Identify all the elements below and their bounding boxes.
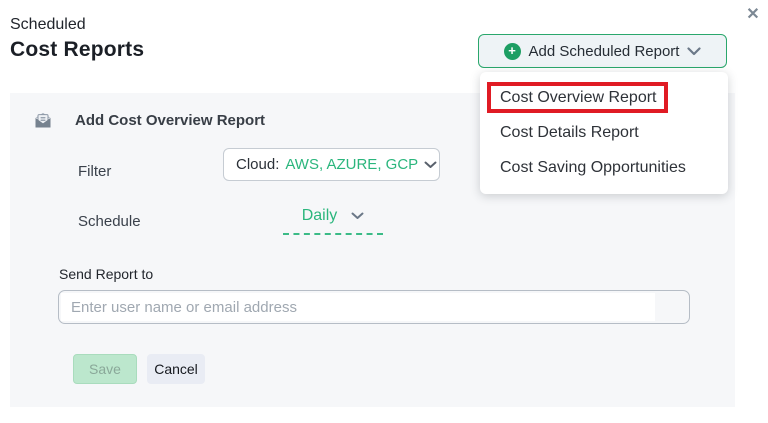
cloud-filter-key: Cloud: xyxy=(236,156,280,173)
form-title: Add Cost Overview Report xyxy=(75,112,266,129)
cancel-button[interactable]: Cancel xyxy=(147,354,205,384)
send-report-to-label: Send Report to xyxy=(59,266,154,282)
cloud-filter-select[interactable]: Cloud: AWS, AZURE, GCP xyxy=(223,148,440,181)
plus-icon: + xyxy=(503,42,521,60)
cloud-filter-value: AWS, AZURE, GCP xyxy=(285,156,419,173)
scheduled-report-email-icon xyxy=(35,112,51,128)
add-scheduled-report-button[interactable]: + Add Scheduled Report xyxy=(478,34,727,68)
save-button[interactable]: Save xyxy=(73,354,137,384)
add-report-dropdown-menu: Cost Overview Report Cost Details Report… xyxy=(480,72,728,194)
breadcrumb-scheduled: Scheduled xyxy=(10,16,86,33)
chevron-down-icon xyxy=(687,46,702,55)
scheduled-cost-reports-view: Scheduled Cost Reports ✕ + Add Scheduled… xyxy=(0,0,768,423)
recipient-input-wrapper xyxy=(58,290,690,324)
filter-label: Filter xyxy=(78,163,112,180)
schedule-frequency-select[interactable]: Daily xyxy=(283,207,383,235)
page-title: Cost Reports xyxy=(10,38,145,61)
schedule-label: Schedule xyxy=(78,213,141,230)
menu-item-label: Cost Details Report xyxy=(500,123,639,141)
chevron-down-icon xyxy=(424,161,437,168)
menu-item-cost-overview-report[interactable]: Cost Overview Report xyxy=(480,80,728,115)
menu-item-label: Cost Saving Opportunities xyxy=(500,158,686,176)
menu-item-cost-details-report[interactable]: Cost Details Report xyxy=(480,115,728,150)
menu-item-label: Cost Overview Report xyxy=(500,88,657,106)
chevron-down-icon xyxy=(351,212,364,219)
recipient-input[interactable] xyxy=(61,293,655,321)
schedule-frequency-value: Daily xyxy=(301,207,338,224)
form-actions: Save Cancel xyxy=(73,354,205,384)
close-icon[interactable]: ✕ xyxy=(742,4,764,26)
add-scheduled-report-label: Add Scheduled Report xyxy=(528,42,680,60)
menu-item-cost-saving-opportunities[interactable]: Cost Saving Opportunities xyxy=(480,150,728,185)
